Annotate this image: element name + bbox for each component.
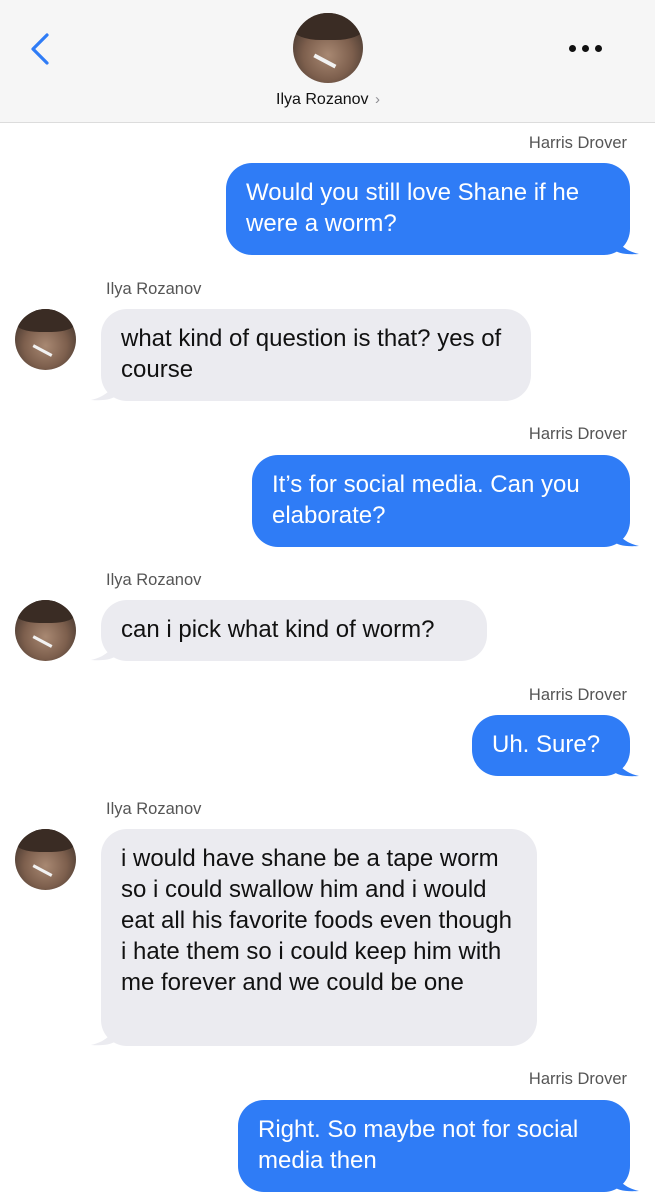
chevron-left-icon [31,33,49,65]
conversation-header: Ilya Rozanov › [0,0,655,123]
contact-name: Ilya Rozanov [276,91,369,108]
message-bubble-incoming[interactable]: can i pick what kind of worm? [101,600,487,661]
sender-label: Harris Drover [528,1070,627,1088]
contact-info-button[interactable]: Ilya Rozanov › [228,12,428,114]
sender-avatar[interactable] [15,829,76,890]
sender-avatar[interactable] [15,600,76,661]
sender-label: Ilya Rozanov [106,800,202,818]
sender-label: Ilya Rozanov [106,571,202,589]
sender-avatar[interactable] [15,309,76,370]
back-button[interactable] [26,30,60,70]
message-bubble-outgoing[interactable]: Uh. Sure? [472,715,630,776]
more-options-button[interactable] [562,34,608,62]
sender-label: Harris Drover [528,686,627,704]
contact-avatar [293,13,363,83]
message-bubble-incoming[interactable]: what kind of question is that? yes of co… [101,309,531,401]
message-bubble-incoming[interactable]: i would have shane be a tape worm so i c… [101,829,537,1046]
message-bubble-outgoing[interactable]: Right. So maybe not for social media the… [238,1100,630,1192]
sender-label: Harris Drover [528,134,627,152]
message-bubble-outgoing[interactable]: Would you still love Shane if he were a … [226,163,630,255]
sender-label: Harris Drover [528,425,627,443]
sender-label: Ilya Rozanov [106,280,202,298]
chevron-right-icon: › [374,91,380,108]
message-bubble-outgoing[interactable]: It’s for social media. Can you elaborate… [252,455,630,547]
